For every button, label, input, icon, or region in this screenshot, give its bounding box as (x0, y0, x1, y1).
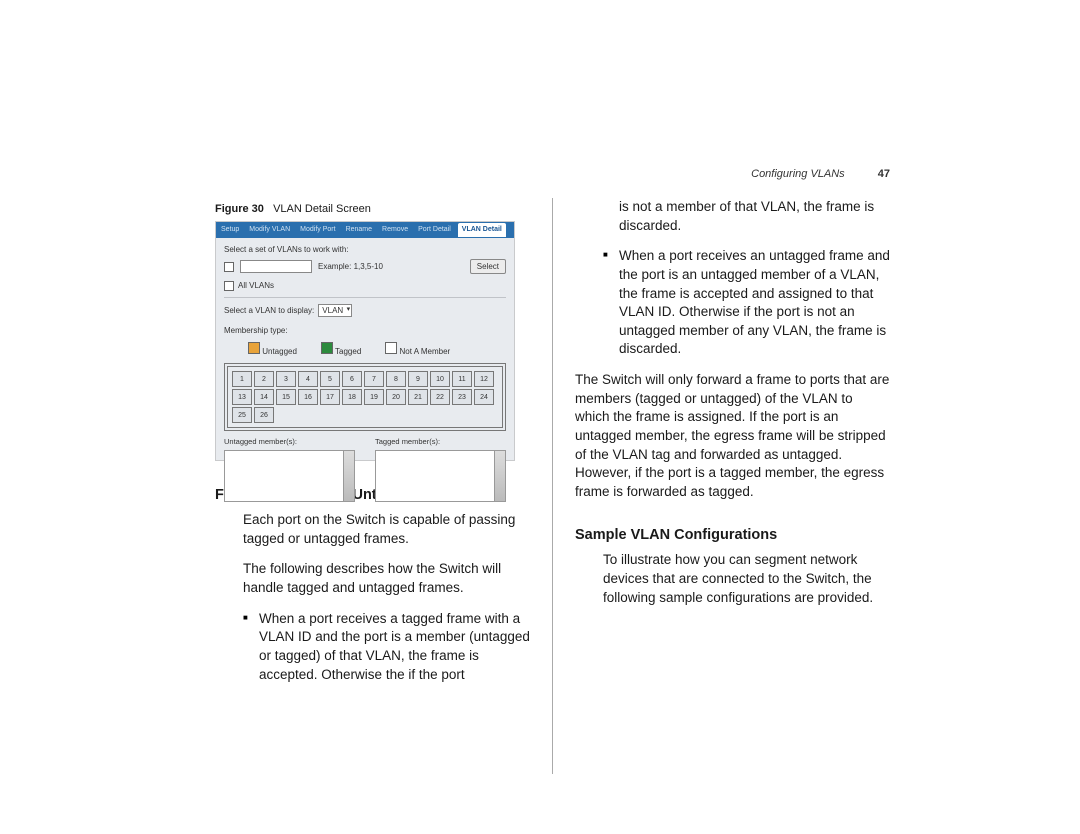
port-5: 5 (320, 371, 340, 387)
right-column: is not a member of that VLAN, the frame … (553, 198, 890, 774)
para-illustrate: To illustrate how you can segment networ… (603, 551, 890, 607)
display-label: Select a VLAN to display: (224, 305, 314, 316)
port-17: 17 (320, 389, 340, 405)
running-header: Configuring VLANs 47 (751, 168, 890, 180)
port-12: 12 (474, 371, 494, 387)
bullet-tagged-frame: When a port receives a tagged frame with… (243, 610, 530, 685)
vlan-detail-screenshot: Setup Modify VLAN Modify Port Rename Rem… (215, 221, 515, 461)
tab-port-detail: Port Detail (415, 225, 454, 235)
tab-setup: Setup (218, 225, 242, 235)
port-grid: 1234567891011121314151617181920212223242… (224, 363, 506, 431)
port-13: 13 (232, 389, 252, 405)
page-number: 47 (878, 168, 890, 180)
port-18: 18 (342, 389, 362, 405)
untagged-members-label: Untagged member(s): (224, 437, 355, 447)
vlan-dropdown: VLAN▾ (318, 304, 352, 317)
port-14: 14 (254, 389, 274, 405)
para-forward: The Switch will only forward a frame to … (575, 371, 890, 501)
para-continuation: is not a member of that VLAN, the frame … (619, 198, 890, 235)
heading-sample: Sample VLAN Configurations (575, 525, 890, 545)
port-8: 8 (386, 371, 406, 387)
all-vlans-label: All VLANs (238, 280, 274, 291)
tab-vlan-detail: VLAN Detail (458, 223, 506, 237)
port-16: 16 (298, 389, 318, 405)
port-21: 21 (408, 389, 428, 405)
port-11: 11 (452, 371, 472, 387)
port-2: 2 (254, 371, 274, 387)
checkbox-icon (224, 262, 234, 272)
tab-remove: Remove (379, 225, 411, 235)
para-describes: The following describes how the Switch w… (243, 560, 530, 597)
tagged-members-listbox (375, 450, 506, 502)
vlan-set-input (240, 260, 312, 273)
figure-title: VLAN Detail Screen (273, 203, 371, 215)
port-20: 20 (386, 389, 406, 405)
port-6: 6 (342, 371, 362, 387)
membership-label: Membership type: (224, 325, 288, 336)
tagged-members-label: Tagged member(s): (375, 437, 506, 447)
tab-rename: Rename (343, 225, 375, 235)
header-section: Configuring VLANs (751, 168, 845, 180)
left-column: Figure 30 VLAN Detail Screen Setup Modif… (215, 198, 552, 774)
figure-caption: Figure 30 VLAN Detail Screen (215, 202, 530, 217)
screenshot-tabbar: Setup Modify VLAN Modify Port Rename Rem… (216, 222, 514, 238)
port-1: 1 (232, 371, 252, 387)
port-23: 23 (452, 389, 472, 405)
swatch-tagged (321, 342, 333, 354)
chevron-down-icon: ▾ (347, 305, 351, 315)
tab-modify-port: Modify Port (297, 225, 338, 235)
port-25: 25 (232, 407, 252, 423)
port-24: 24 (474, 389, 494, 405)
untagged-members-listbox (224, 450, 355, 502)
swatch-nonmember (385, 342, 397, 354)
port-22: 22 (430, 389, 450, 405)
select-button: Select (470, 259, 506, 274)
label-select-set: Select a set of VLANs to work with: (224, 244, 506, 255)
example-text: Example: 1,3,5-10 (318, 261, 383, 272)
port-10: 10 (430, 371, 450, 387)
membership-legend: Untagged Tagged Not A Member (248, 342, 506, 357)
bullet-untagged-frame: When a port receives an untagged frame a… (603, 247, 890, 359)
port-19: 19 (364, 389, 384, 405)
radio-icon (224, 281, 234, 291)
port-3: 3 (276, 371, 296, 387)
port-9: 9 (408, 371, 428, 387)
port-26: 26 (254, 407, 274, 423)
port-15: 15 (276, 389, 296, 405)
para-capable: Each port on the Switch is capable of pa… (243, 511, 530, 548)
port-4: 4 (298, 371, 318, 387)
port-7: 7 (364, 371, 384, 387)
figure-number: Figure 30 (215, 203, 264, 215)
swatch-untagged (248, 342, 260, 354)
tab-modify-vlan: Modify VLAN (246, 225, 293, 235)
